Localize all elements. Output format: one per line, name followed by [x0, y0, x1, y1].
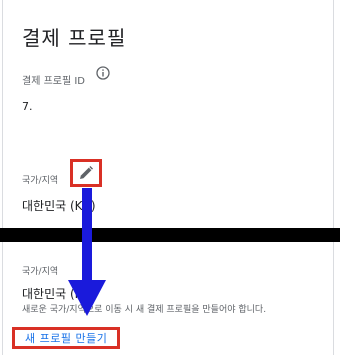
edit-country-button[interactable]	[70, 159, 102, 187]
profile-id-label: 결제 프로필 ID	[22, 76, 86, 87]
country-label: 국가/지역	[22, 176, 59, 186]
edit-country-value[interactable]: 대한민국 (KR)	[22, 285, 96, 302]
page-title: 결제 프로필	[22, 26, 127, 50]
country-change-notice: 새로운 국가/지역으로 이동 시 새 결제 프로필을 만들어야 합니다.	[22, 305, 267, 315]
edit-country-label: 국가/지역	[22, 267, 59, 277]
pencil-icon	[80, 166, 93, 179]
billing-profile-page: 결제 프로필 결제 프로필 ID 7. 국가/지역 대한민국 (KR) 국가/지…	[0, 0, 340, 355]
country-value: 대한민국 (KR)	[22, 199, 96, 213]
create-new-profile-button[interactable]: 새 프로필 만들기	[12, 327, 121, 349]
separator-band	[0, 228, 340, 242]
profile-id-value: 7.	[22, 100, 33, 113]
info-icon[interactable]	[96, 66, 110, 80]
